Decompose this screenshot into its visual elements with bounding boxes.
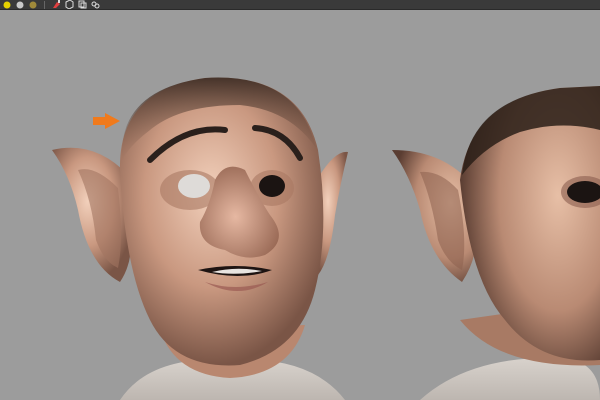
gray-sphere-icon[interactable]	[15, 0, 24, 9]
yellow-sphere-icon[interactable]	[2, 0, 11, 9]
dark-sphere-icon[interactable]	[28, 0, 37, 9]
toolbar-divider	[44, 0, 45, 9]
orange-arrow-icon	[93, 113, 120, 129]
viewport-toolbar	[0, 0, 600, 10]
link-icon[interactable]	[91, 0, 100, 9]
viewport-canvas	[52, 77, 600, 400]
paint-icon[interactable]	[52, 0, 61, 9]
3d-viewport[interactable]	[0, 10, 600, 400]
cube-icon[interactable]	[65, 0, 74, 9]
copy-icon[interactable]	[78, 0, 87, 9]
